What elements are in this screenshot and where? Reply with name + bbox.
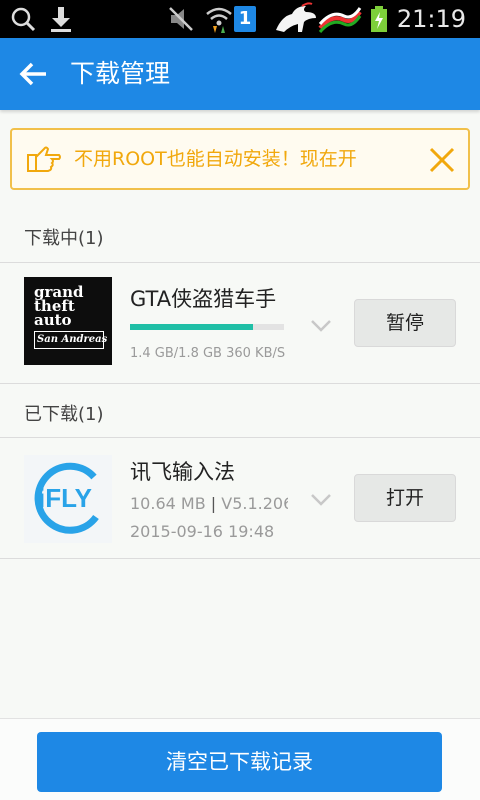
search-icon	[10, 0, 36, 38]
sim-icon: 1	[234, 0, 256, 38]
downloading-header: 下载中(1)	[24, 228, 104, 249]
divider	[0, 262, 480, 263]
ifly-logo-text: iFLY	[38, 483, 92, 513]
flag-icon	[318, 0, 362, 38]
chevron-down-icon[interactable]	[310, 492, 332, 506]
page-title: 下载管理	[70, 59, 171, 88]
mute-icon	[168, 0, 196, 38]
arrow-left-icon[interactable]	[16, 56, 52, 92]
app-name: GTA侠盗猎车手	[130, 287, 277, 311]
meta-separator: |	[210, 494, 217, 513]
app-date: 2015-09-16 19:48	[130, 522, 275, 541]
ifly-app-icon: iFLY	[24, 455, 112, 543]
wifi-icon	[205, 0, 233, 38]
divider	[0, 437, 480, 438]
chevron-down-icon[interactable]	[310, 318, 332, 332]
open-button[interactable]: 打开	[354, 474, 456, 522]
downloaded-header: 已下载(1)	[24, 404, 104, 425]
gta-san-andreas-app-icon: grand theft auto San Andreas	[24, 277, 112, 365]
icon-text-san-andreas: San Andreas	[34, 331, 107, 349]
bottom-bar: 清空已下载记录	[0, 718, 480, 800]
app-name: 讯飞输入法	[130, 460, 235, 484]
app-size: 10.64 MB	[130, 494, 206, 513]
pointing-hand-icon	[26, 143, 62, 175]
notice-text: 不用ROOT也能自动安装！现在开	[74, 148, 357, 170]
icon-text-auto: auto	[34, 311, 72, 329]
divider	[0, 558, 480, 559]
divider	[0, 383, 480, 384]
horse-icon	[272, 0, 320, 38]
clock: 21:19	[396, 5, 466, 33]
download-meta: 1.4 GB/1.8 GB 360 KB/S	[130, 346, 286, 361]
status-bar: 1 21:19	[0, 0, 480, 38]
close-icon[interactable]	[428, 146, 456, 174]
root-install-notice[interactable]: 不用ROOT也能自动安装！现在开	[10, 128, 470, 190]
app-version: V5.1.206	[221, 494, 288, 513]
battery-icon	[370, 0, 388, 38]
sim-badge: 1	[234, 6, 256, 32]
clear-downloaded-button[interactable]: 清空已下载记录	[37, 732, 442, 792]
download-progress-bar	[130, 324, 284, 330]
toolbar: 下载管理	[0, 38, 480, 110]
app-size-version: 10.64 MB | V5.1.206	[130, 494, 288, 513]
download-progress-fill	[130, 324, 254, 330]
download-icon	[50, 0, 72, 38]
pause-button[interactable]: 暂停	[354, 299, 456, 347]
